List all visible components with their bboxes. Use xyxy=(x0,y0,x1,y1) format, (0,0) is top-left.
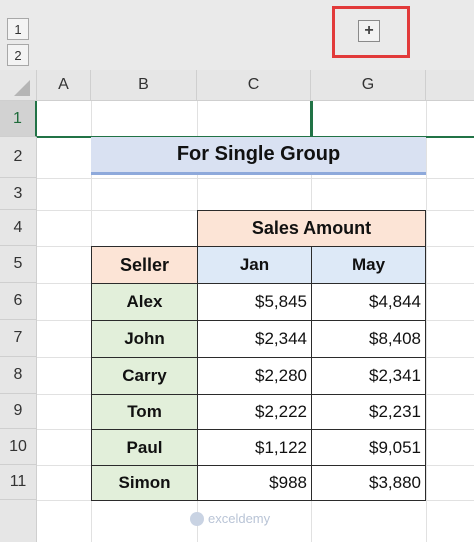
jan-value-cell[interactable]: $2,344 xyxy=(197,320,312,358)
row-header-11[interactable]: 11 xyxy=(0,465,37,500)
sales-amount-header[interactable]: Sales Amount xyxy=(197,210,426,247)
column-header-next xyxy=(426,70,474,101)
row-header-blank xyxy=(0,500,37,542)
seller-cell[interactable]: Tom xyxy=(91,394,198,430)
jan-value-cell[interactable]: $1,122 xyxy=(197,429,312,466)
column-header-g[interactable]: G xyxy=(311,70,426,101)
watermark-text: exceldemy xyxy=(208,511,271,526)
row-header-2[interactable]: 2 xyxy=(0,137,37,178)
jan-value-cell[interactable]: $2,222 xyxy=(197,394,312,430)
seller-cell[interactable]: Simon xyxy=(91,465,198,501)
may-value-cell[interactable]: $3,880 xyxy=(311,465,426,501)
jan-value-cell[interactable]: $2,280 xyxy=(197,357,312,395)
exceldemy-logo-icon xyxy=(190,511,204,526)
gridline-v xyxy=(426,101,427,542)
seller-cell[interactable]: Alex xyxy=(91,283,198,321)
row-header-1[interactable]: 1 xyxy=(0,101,37,137)
seller-cell[interactable]: Carry xyxy=(91,357,198,395)
may-value-cell[interactable]: $8,408 xyxy=(311,320,426,358)
column-header-c[interactable]: C xyxy=(197,70,311,101)
collapsed-group-marker xyxy=(310,101,313,137)
row-header-9[interactable]: 9 xyxy=(0,394,37,429)
seller-header[interactable]: Seller xyxy=(91,246,198,284)
jan-value-cell[interactable]: $988 xyxy=(197,465,312,501)
outline-level-1-button[interactable]: 1 xyxy=(7,18,29,40)
row-header-6[interactable]: 6 xyxy=(0,283,37,320)
column-header-b[interactable]: B xyxy=(91,70,197,101)
row-header-3[interactable]: 3 xyxy=(0,178,37,210)
may-header[interactable]: May xyxy=(311,246,426,284)
expand-group-button[interactable]: + xyxy=(358,20,380,42)
jan-value-cell[interactable]: $5,845 xyxy=(197,283,312,321)
may-value-cell[interactable]: $9,051 xyxy=(311,429,426,466)
outline-level-2-button[interactable]: 2 xyxy=(7,44,29,66)
row-header-8[interactable]: 8 xyxy=(0,357,37,394)
gridline-h xyxy=(37,178,474,179)
watermark: exceldemy xyxy=(190,511,270,526)
row-header-5[interactable]: 5 xyxy=(0,246,37,283)
may-value-cell[interactable]: $2,341 xyxy=(311,357,426,395)
select-all-triangle-icon xyxy=(14,80,30,96)
row-header-10[interactable]: 10 xyxy=(0,429,37,465)
row-header-4[interactable]: 4 xyxy=(0,210,37,246)
may-value-cell[interactable]: $4,844 xyxy=(311,283,426,321)
column-header-a[interactable]: A xyxy=(37,70,91,101)
plus-icon: + xyxy=(364,22,374,39)
may-value-cell[interactable]: $2,231 xyxy=(311,394,426,430)
sheet-title[interactable]: For Single Group xyxy=(91,137,426,175)
seller-cell[interactable]: Paul xyxy=(91,429,198,466)
jan-header[interactable]: Jan xyxy=(197,246,312,284)
seller-cell[interactable]: John xyxy=(91,320,198,358)
row-header-7[interactable]: 7 xyxy=(0,320,37,357)
